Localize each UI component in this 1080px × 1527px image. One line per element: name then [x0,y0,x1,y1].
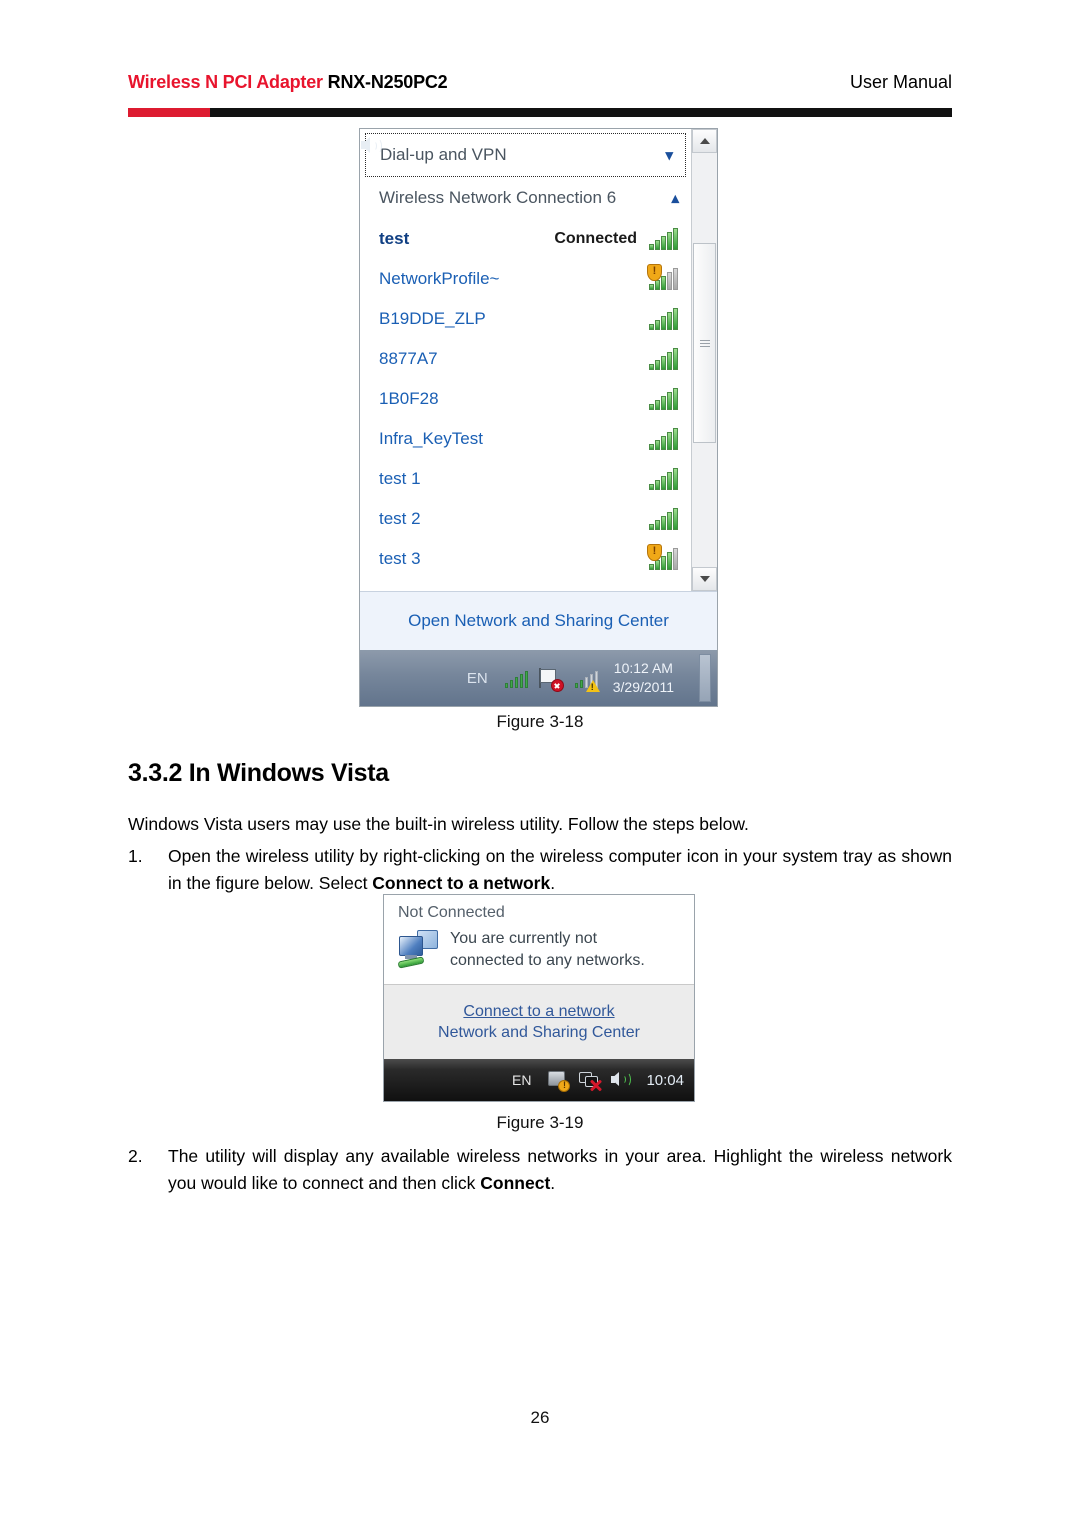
step-2-bold-term: Connect [480,1172,551,1193]
taskbar-date: 3/29/2011 [612,679,674,695]
vista-popup-message: You are currently not connected to any n… [450,928,645,972]
intro-paragraph: Windows Vista users may use the built-in… [128,814,749,834]
step-1-bold-term: Connect to a network [372,872,551,893]
step-1-text-before: Open the wireless utility by right-click… [168,846,952,893]
wireless-connection-header-row[interactable]: Wireless Network Connection 6 ▴ [360,177,691,219]
network-list-item[interactable]: 1B0F28 [360,379,691,419]
open-network-sharing-center-footer: Open Network and Sharing Center [360,591,717,650]
connect-to-a-network-link[interactable]: Connect to a network [463,1003,614,1021]
network-status: Connected [554,230,637,247]
header-model-number: RNX-N250PC2 [322,72,448,92]
step-2: 2. The utility will display any availabl… [128,1143,952,1196]
vista-message-line-2: connected to any networks. [450,952,645,970]
network-ssid: test 3 [379,549,421,568]
header-rule-divider [128,108,952,117]
network-ssid: test 1 [379,469,421,488]
volume-speaker-icon[interactable] [361,133,385,157]
network-list-item[interactable]: test 1 [360,459,691,499]
network-ssid: test 2 [379,509,421,528]
scroll-down-button[interactable] [692,567,717,591]
volume-speaker-icon[interactable] [611,1070,633,1090]
dialup-and-vpn-label: Dial-up and VPN [380,145,507,164]
network-ssid: Infra_KeyTest [379,429,483,448]
signal-strength-icon [647,264,681,292]
network-ssid: 8877A7 [379,349,438,368]
taskbar-language-indicator[interactable]: EN [512,1072,531,1088]
network-signal-warning-icon[interactable] [573,666,600,692]
signal-strength-icon [647,466,681,492]
signal-strength-icon [647,226,681,252]
taskbar-language-indicator[interactable]: EN [467,670,488,687]
step-1-number: 1. [128,846,143,866]
figure-3-19-vista-popup: Not Connected You are currently not conn… [383,894,695,1102]
show-desktop-button[interactable] [699,654,711,702]
network-ssid: NetworkProfile~ [379,269,500,288]
step-2-text-before: The utility will display any available w… [168,1146,952,1193]
header-brand-name: Wireless N PCI Adapter [128,72,323,92]
flyout-body: Dial-up and VPN ▾ Wireless Network Conne… [360,129,717,591]
network-list-item[interactable]: test 2 [360,499,691,539]
network-ssid: B19DDE_ZLP [379,309,486,328]
figure-3-18-caption: Figure 3-18 [496,712,584,731]
network-list-scrollbar[interactable] [691,129,717,591]
signal-strength-icon [647,544,681,572]
network-list-item[interactable]: 8877A7 [360,339,691,379]
page-number: 26 [530,1408,550,1427]
network-list-item[interactable]: NetworkProfile~ [360,259,691,299]
network-list-item[interactable]: test 3 [360,539,691,579]
wireless-signal-icon[interactable] [503,666,529,690]
wireless-connection-label: Wireless Network Connection 6 [379,188,617,207]
signal-strength-icon [647,386,681,412]
ime-keyboard-warning-icon[interactable] [547,1070,571,1092]
vista-popup-links: Connect to a network Network and Sharing… [384,984,694,1059]
header-doc-type: User Manual [849,72,952,92]
vista-popup-title: Not Connected [398,904,505,921]
header-product-title: Wireless N PCI Adapter RNX-N250PC2 [128,72,448,93]
section-heading: 3.3.2 In Windows Vista [128,759,389,787]
step-2-text-after: . [550,1172,556,1193]
network-ssid: test [379,229,410,248]
taskbar-clock[interactable]: 10:04 [646,1072,684,1089]
figure-3-19-caption: Figure 3-19 [496,1113,584,1132]
chevron-down-icon [699,576,710,582]
signal-strength-icon [647,346,681,372]
scrollbar-thumb[interactable] [693,243,716,443]
network-list-panel: Dial-up and VPN ▾ Wireless Network Conne… [360,129,691,591]
dialup-and-vpn-row[interactable]: Dial-up and VPN ▾ [365,133,686,177]
vista-message-line-1: You are currently not [450,930,598,947]
chevron-down-icon[interactable]: ▾ [665,148,673,163]
page-header: Wireless N PCI Adapter RNX-N250PC2 User … [128,72,952,93]
network-ssid: 1B0F28 [379,389,439,408]
figure-3-18-network-flyout: Dial-up and VPN ▾ Wireless Network Conne… [359,128,718,707]
network-list-item[interactable]: Infra_KeyTest [360,419,691,459]
chevron-up-icon[interactable]: ▴ [671,191,679,206]
unsecured-network-shield-icon [647,264,662,281]
two-monitors-network-icon [397,930,440,969]
network-and-sharing-center-link[interactable]: Network and Sharing Center [438,1024,640,1042]
scroll-up-button[interactable] [692,129,717,153]
step-1-text-after: . [550,872,556,893]
scrollbar-grip-icon [699,338,710,349]
network-disconnected-icon[interactable] [579,1070,601,1090]
step-1: 1. Open the wireless utility by right-cl… [128,843,952,896]
signal-strength-icon [647,306,681,332]
chevron-up-icon [699,138,710,144]
vista-popup-message-row: You are currently not connected to any n… [384,928,694,972]
step-2-number: 2. [128,1146,143,1166]
signal-strength-icon [647,506,681,532]
open-network-and-sharing-center-link[interactable]: Open Network and Sharing Center [408,611,669,631]
taskbar-clock[interactable]: 10:12 AM 3/29/2011 [613,659,674,697]
signal-strength-icon [647,426,681,452]
step-2-text: The utility will display any available w… [168,1143,952,1196]
network-list-item[interactable]: test Connected [360,219,691,259]
step-1-text: Open the wireless utility by right-click… [168,843,952,896]
network-list-item[interactable]: B19DDE_ZLP [360,299,691,339]
taskbar-time: 10:12 AM [613,660,673,677]
network-flag-error-icon[interactable] [538,666,564,692]
vista-popup-top: Not Connected You are currently not conn… [384,895,694,985]
windows7-taskbar: EN 10:12 AM 3/29/2011 [360,137,717,706]
unsecured-network-shield-icon [647,544,662,561]
scrollbar-track[interactable] [692,153,717,567]
windows-vista-taskbar: EN 10:04 [384,1059,694,1101]
